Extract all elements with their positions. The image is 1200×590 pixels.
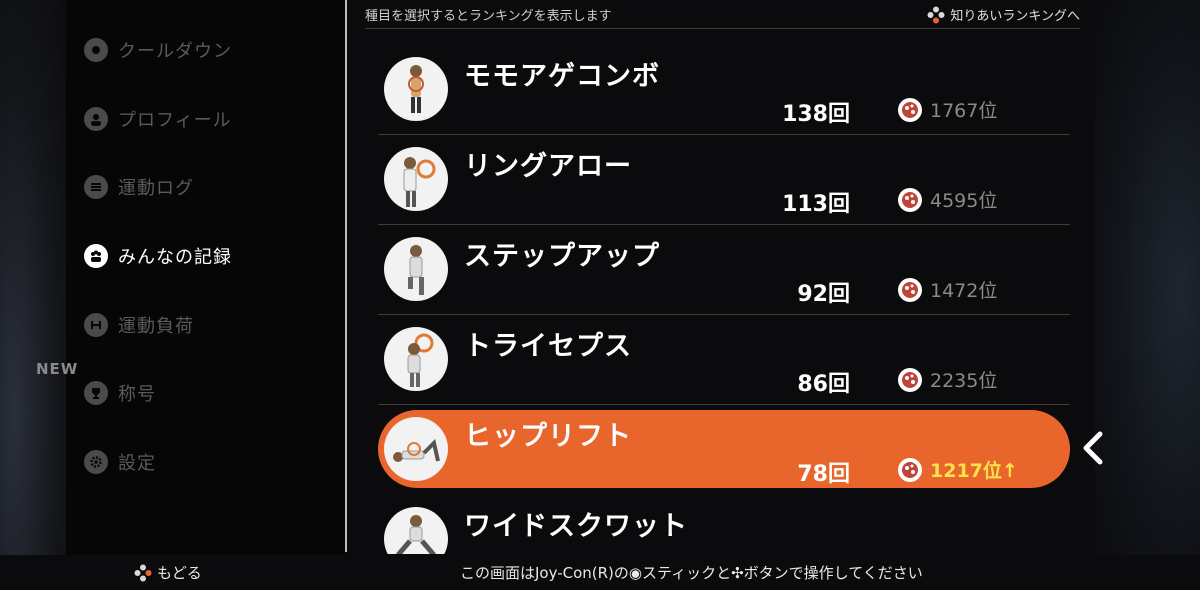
exercise-row[interactable]: ワイドスクワット: [378, 494, 1070, 554]
sidebar: クールダウン プロフィール 運動ログ みんなの記録 運動負荷 称号 設定: [66, 0, 346, 555]
sidebar-item-settings[interactable]: 設定: [84, 445, 156, 479]
ranking-icon: [898, 187, 922, 212]
exercise-name: トライセプス: [464, 331, 632, 362]
exercise-count: 92回: [797, 282, 850, 307]
dumbbell-icon: [84, 313, 108, 337]
rank-info: 1767位: [898, 96, 997, 123]
background-left: [0, 0, 70, 590]
sidebar-item-label: 運動負荷: [118, 316, 194, 337]
cooldown-icon: [84, 38, 108, 62]
exercise-thumbnail: [384, 507, 448, 554]
exercise-thumbnail: [384, 237, 448, 301]
divider: [345, 0, 347, 552]
exercise-name: ステップアップ: [464, 241, 660, 272]
exercise-row[interactable]: ステップアップ 92回 1472位: [378, 224, 1070, 315]
sidebar-item-label: みんなの記録: [118, 247, 232, 268]
back-label: もどる: [157, 564, 202, 582]
sidebar-item-profile[interactable]: プロフィール: [84, 102, 232, 136]
sidebar-item-label: 称号: [118, 384, 156, 405]
dpad-icon: [927, 6, 945, 23]
ranking-icon: [898, 277, 922, 302]
dpad-icon: [134, 564, 152, 581]
ranking-icon: [898, 97, 922, 122]
exercise-thumbnail: [384, 57, 448, 121]
sidebar-item-exercise-load[interactable]: 運動負荷: [84, 308, 194, 342]
header-rule: [365, 28, 1080, 29]
exercise-name: ワイドスクワット: [464, 511, 688, 542]
exercise-name: ヒップリフト: [464, 421, 632, 452]
people-icon: [84, 244, 108, 268]
rank-info: 4595位: [898, 186, 997, 213]
header-hint: 種目を選択するとランキングを表示します: [365, 9, 612, 24]
exercise-name: モモアゲコンボ: [464, 61, 660, 92]
footer-hint: この画面はJoy-Con(R)の◉スティックと✣ボタンで操作してください: [460, 564, 923, 582]
friends-ranking-link[interactable]: 知りあいランキングへ: [927, 5, 1080, 24]
exercise-rank: 1767位: [930, 100, 998, 122]
exercise-rank: 4595位: [930, 190, 998, 212]
back-button[interactable]: もどる: [134, 562, 202, 583]
new-badge: NEW: [36, 360, 79, 378]
ranking-icon: [898, 457, 922, 482]
exercise-rank: 1472位: [930, 280, 998, 302]
sidebar-item-label: プロフィール: [118, 110, 232, 131]
gear-icon: [84, 450, 108, 474]
ranking-icon: [898, 367, 922, 392]
sidebar-item-titles[interactable]: 称号: [84, 376, 156, 410]
exercise-thumbnail: [384, 417, 448, 481]
rank-info: 1472位: [898, 276, 997, 303]
sidebar-item-cooldown[interactable]: クールダウン: [84, 33, 232, 67]
rank-info: 2235位: [898, 366, 997, 393]
sidebar-item-everyone-records[interactable]: みんなの記録: [84, 239, 232, 273]
trophy-icon: [84, 381, 108, 405]
rank-info: 1217位↑: [898, 456, 1018, 483]
exercise-rank: 2235位: [930, 370, 998, 392]
exercise-row-selected[interactable]: ヒップリフト 78回 1217位↑: [378, 410, 1070, 488]
exercise-thumbnail: [384, 147, 448, 211]
chevron-left-icon[interactable]: [1080, 430, 1106, 466]
sidebar-item-exercise-log[interactable]: 運動ログ: [84, 170, 194, 204]
exercise-thumbnail: [384, 327, 448, 391]
exercise-name: リングアロー: [464, 151, 632, 182]
background-right: [1095, 0, 1200, 590]
exercise-count: 113回: [782, 192, 850, 217]
exercise-list: モモアゲコンボ 138回 1767位 リングアロー 113回 4595位 ステッ…: [378, 44, 1070, 554]
sidebar-item-label: クールダウン: [118, 41, 232, 62]
friends-ranking-label: 知りあいランキングへ: [950, 9, 1080, 24]
sidebar-item-label: 運動ログ: [118, 178, 194, 199]
profile-icon: [84, 107, 108, 131]
exercise-count: 86回: [797, 372, 850, 397]
list-icon: [84, 175, 108, 199]
exercise-count: 138回: [782, 102, 850, 127]
exercise-count: 78回: [797, 462, 850, 487]
sidebar-item-label: 設定: [118, 453, 156, 474]
exercise-row[interactable]: モモアゲコンボ 138回 1767位: [378, 44, 1070, 135]
exercise-row[interactable]: リングアロー 113回 4595位: [378, 134, 1070, 225]
exercise-rank: 1217位↑: [930, 460, 1018, 482]
exercise-row[interactable]: トライセプス 86回 2235位: [378, 314, 1070, 405]
